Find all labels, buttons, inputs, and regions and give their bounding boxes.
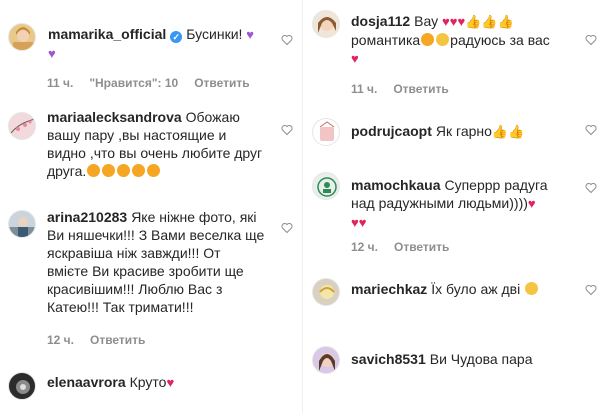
star-struck-emoji-icon xyxy=(102,164,116,177)
avatar[interactable] xyxy=(312,278,340,306)
comment-body: Бусинки! xyxy=(186,26,243,42)
thumbs-up-icon: 👍 xyxy=(497,14,514,29)
red-heart-icon: ♥ xyxy=(527,196,536,211)
thumbs-up-icon: 👍 xyxy=(491,124,509,139)
comment-username[interactable]: mamochkaua xyxy=(351,177,440,193)
comment-text: arina210283 Яке ніжне фото, які Ви няшечк… xyxy=(47,208,265,316)
comment-body: Круто xyxy=(129,374,167,390)
like-heart-icon[interactable] xyxy=(585,124,597,136)
comment-body-line2: романтика xyxy=(351,32,421,48)
comment-time: 12 ч. xyxy=(47,333,74,347)
red-heart-icon: ♥ xyxy=(351,51,359,66)
red-heart-icon: ♥ xyxy=(442,14,450,29)
star-struck-emoji-icon xyxy=(421,33,435,46)
comment-time: 11 ч. xyxy=(47,76,74,90)
thumbs-up-icon: 👍 xyxy=(481,14,498,29)
star-struck-emoji-icon xyxy=(87,164,101,177)
like-heart-icon[interactable] xyxy=(281,124,293,136)
comment-text: mariaalecksandrova Обожаю вашу пару ,вы н… xyxy=(47,108,267,180)
avatar[interactable] xyxy=(8,210,36,238)
comment-text: mamarika_official ✓ Бусинки! ♥ ♥ xyxy=(48,25,266,63)
reply-button[interactable]: Ответить xyxy=(90,333,145,347)
reply-button[interactable]: Ответить xyxy=(393,82,448,96)
red-heart-icon: ♥ xyxy=(358,215,367,230)
comment-text: podrujcaopt Як гарно👍👍 xyxy=(351,122,569,141)
comment-meta: 11 ч. "Нравится": 10 Ответить xyxy=(47,76,266,90)
avatar[interactable] xyxy=(312,10,340,38)
avatar[interactable] xyxy=(8,23,36,51)
comment-username[interactable]: mariaalecksandrova xyxy=(47,109,182,125)
reply-button[interactable]: Ответить xyxy=(194,76,249,90)
like-heart-icon[interactable] xyxy=(585,34,597,46)
avatar[interactable] xyxy=(8,112,36,140)
comment-username[interactable]: mariechkaz xyxy=(351,281,427,297)
comment-time: 12 ч. xyxy=(351,240,378,254)
reply-button[interactable]: Ответить xyxy=(394,240,449,254)
thumbs-up-icon: 👍 xyxy=(508,124,525,139)
comment-text: mamochkaua Суперрр радуга над радужными л… xyxy=(351,176,571,232)
purple-heart-icon: ♥ xyxy=(48,46,56,61)
verified-badge-icon: ✓ xyxy=(170,31,183,43)
like-heart-icon[interactable] xyxy=(281,34,293,46)
like-heart-icon[interactable] xyxy=(585,284,597,296)
purple-heart-icon: ♥ xyxy=(246,27,255,42)
red-heart-icon: ♥ xyxy=(457,14,466,29)
avatar[interactable] xyxy=(312,172,340,200)
column-divider xyxy=(302,0,303,413)
avatar[interactable] xyxy=(8,372,36,400)
red-heart-icon: ♥ xyxy=(351,215,359,230)
comment-username[interactable]: mamarika_official xyxy=(48,26,166,42)
comment-text: elenaavrora Круто♥ xyxy=(47,373,265,392)
comment-text: savich8531 Ви Чудова пара xyxy=(351,350,569,368)
comment-body: Ви Чудова пара xyxy=(429,351,533,367)
comment-username[interactable]: podrujcaopt xyxy=(351,123,432,139)
comment-text: dosja112 Вау ♥♥♥👍👍👍 романтика радуюсь за в… xyxy=(351,12,576,68)
comment-meta: 11 ч. Ответить xyxy=(351,82,465,96)
red-heart-icon: ♥ xyxy=(166,375,175,390)
comment-username[interactable]: elenaavrora xyxy=(47,374,126,390)
star-struck-emoji-icon xyxy=(132,164,146,177)
comment-body: Вау xyxy=(414,13,439,29)
avatar[interactable] xyxy=(312,118,340,146)
like-heart-icon[interactable] xyxy=(281,222,293,234)
like-heart-icon[interactable] xyxy=(585,182,597,194)
comment-meta: 12 ч. Ответить xyxy=(47,333,161,347)
smile-emoji-icon xyxy=(436,33,450,46)
comment-time: 11 ч. xyxy=(351,82,378,96)
smile-emoji-icon xyxy=(525,282,539,295)
comment-text: mariechkaz Їх було аж дві xyxy=(351,280,569,298)
comment-username[interactable]: arina210283 xyxy=(47,209,127,225)
comment-username[interactable]: dosja112 xyxy=(351,13,410,29)
thumbs-up-icon: 👍 xyxy=(465,14,482,29)
comment-body: Як гарно xyxy=(435,123,492,139)
comment-username[interactable]: savich8531 xyxy=(351,351,426,367)
avatar[interactable] xyxy=(312,346,340,374)
comment-body: Їх було аж дві xyxy=(431,281,521,297)
comment-body-line3: радуюсь за вас xyxy=(450,32,550,48)
comment-meta: 12 ч. Ответить xyxy=(351,240,465,254)
star-struck-emoji-icon xyxy=(147,164,161,177)
star-struck-emoji-icon xyxy=(117,164,131,177)
comment-likes[interactable]: "Нравится": 10 xyxy=(89,76,178,90)
